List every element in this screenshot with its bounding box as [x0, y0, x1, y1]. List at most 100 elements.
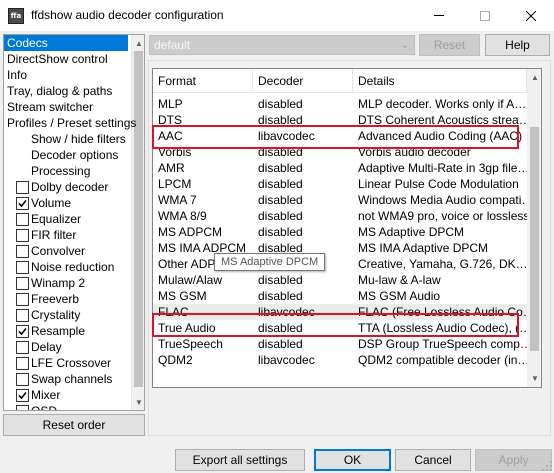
tree-item-freeverb[interactable]: Freeverb: [31, 291, 79, 307]
table-row[interactable]: FLAC libavcodec FLAC (Free Lossless Audio …: [153, 304, 527, 320]
table-row[interactable]: Vorbis disabled Vorbis audio decoder: [153, 144, 527, 160]
table-row[interactable]: MS IMA ADPCM disabled MS IMA Adaptive DPCM: [153, 240, 527, 256]
checkbox[interactable]: [16, 405, 29, 410]
table-row[interactable]: AAC libavcodec Advanced Audio Coding (AAC): [153, 128, 527, 144]
tree-item-delay[interactable]: Delay: [31, 339, 62, 355]
column-header-decoder[interactable]: Decoder: [253, 69, 353, 93]
checkbox[interactable]: [16, 325, 29, 338]
table-row[interactable]: Mulaw/Alaw disabled Mu-law & A-law: [153, 272, 527, 288]
checkbox[interactable]: [16, 213, 29, 226]
cell-format: MS ADPCM: [158, 225, 223, 239]
tree-item-label: Delay: [31, 340, 62, 354]
settings-tree-scrollbar[interactable]: ▲ ▼: [131, 35, 144, 410]
cell-format: Vorbis: [158, 145, 192, 159]
table-row[interactable]: Other ADPCMdisabledCreative, Yamaha, G.7…: [153, 256, 527, 272]
tree-item-processing[interactable]: Processing: [31, 163, 90, 179]
settings-tree[interactable]: ▲ ▼ Codecs DirectShow control Info Tray, di…: [3, 34, 145, 411]
resize-grip-icon[interactable]: [542, 461, 552, 471]
app-icon: ffa: [8, 8, 24, 24]
tree-item-info[interactable]: Info: [7, 67, 27, 83]
tree-item-winamp-2[interactable]: Winamp 2: [31, 275, 85, 291]
table-header: Format Decoder Details: [153, 69, 527, 93]
codecs-table[interactable]: Format Decoder Details MLP disabled MLP de…: [152, 68, 542, 388]
tree-item-fir-filter[interactable]: FIR filter: [31, 227, 76, 243]
table-row[interactable]: LPCM disabled Linear Pulse Code Modulation: [153, 176, 527, 192]
tree-item-label: Stream switcher: [7, 100, 94, 114]
table-row[interactable]: QDM2 libavcodec QDM2 compatible decoder (i…: [153, 352, 527, 368]
table-row[interactable]: MS ADPCM disabled MS Adaptive DPCM: [153, 224, 527, 240]
reset-order-button[interactable]: Reset order: [3, 414, 145, 436]
tree-item-lfe-crossover[interactable]: LFE Crossover: [31, 355, 111, 371]
tree-item-dolby-decoder[interactable]: Dolby decoder: [31, 179, 108, 195]
tree-item-tray-dialog-paths[interactable]: Tray, dialog & paths: [7, 83, 112, 99]
scroll-up-icon[interactable]: ▲: [132, 36, 144, 50]
tree-item-swap-channels[interactable]: Swap channels: [31, 371, 112, 387]
checkbox[interactable]: [16, 229, 29, 242]
tree-item-noise-reduction[interactable]: Noise reduction: [31, 259, 114, 275]
export-all-settings-button[interactable]: Export all settings: [175, 449, 305, 471]
checkbox[interactable]: [16, 277, 29, 290]
table-row[interactable]: MLP disabled MLP decoder. Works only if A…: [153, 96, 527, 112]
tree-item-decoder-options[interactable]: Decoder options: [31, 147, 118, 163]
tree-item-volume[interactable]: Volume: [31, 195, 71, 211]
checkbox[interactable]: [16, 389, 29, 402]
checkbox[interactable]: [16, 373, 29, 386]
preset-value: default: [154, 38, 191, 52]
tree-item-equalizer[interactable]: Equalizer: [31, 211, 81, 227]
tree-item-profiles-preset-settings[interactable]: Profiles / Preset settings: [7, 115, 136, 131]
table-row[interactable]: DTS disabled DTS Coherent Acoustics strea…: [153, 112, 527, 128]
table-row[interactable]: WMA 8/9 disabled not WMA9 pro, voice or lo…: [153, 208, 527, 224]
tree-item-directshow-control[interactable]: DirectShow control: [7, 51, 108, 67]
tree-item-convolver[interactable]: Convolver: [31, 243, 85, 259]
scroll-down-icon[interactable]: ▼: [528, 371, 541, 385]
table-row[interactable]: TrueSpeech disabled DSP Group TrueSpeech c…: [153, 336, 527, 352]
cell-details: not WMA9 pro, voice or lossless: [358, 209, 527, 223]
checkbox[interactable]: [16, 309, 29, 322]
cell-details: DSP Group TrueSpeech comp…: [358, 337, 527, 351]
tree-item-label: Dolby decoder: [31, 180, 109, 194]
column-header-details[interactable]: Details: [353, 69, 527, 93]
table-row[interactable]: True Audio disabled TTA (Lossless Audio Co…: [153, 320, 527, 336]
tree-item-resample[interactable]: Resample: [31, 323, 85, 339]
tree-item-show-hide-filters[interactable]: Show / hide filters: [31, 131, 126, 147]
codecs-table-scrollbar[interactable]: ▲ ▼: [527, 69, 541, 387]
tree-item-label: Resample: [31, 324, 86, 338]
scrollbar-thumb[interactable]: [134, 51, 143, 387]
table-row[interactable]: AMR disabled Adaptive Multi-Rate in 3gp fi…: [153, 160, 527, 176]
cell-decoder: libavcodec: [258, 129, 315, 143]
scroll-down-icon[interactable]: ▼: [132, 395, 144, 409]
ok-button[interactable]: OK: [314, 449, 391, 471]
maximize-button[interactable]: [462, 0, 508, 31]
tree-item-crystality[interactable]: Crystality: [31, 307, 80, 323]
cell-format: Mulaw/Alaw: [158, 273, 223, 287]
scrollbar-thumb[interactable]: [530, 127, 539, 351]
cancel-button[interactable]: Cancel: [395, 449, 471, 471]
tree-item-osd[interactable]: OSD: [31, 403, 57, 410]
checkbox[interactable]: [16, 181, 29, 194]
help-button[interactable]: Help: [485, 34, 550, 56]
cell-details: DTS Coherent Acoustics strea…: [358, 113, 527, 127]
reset-button: Reset: [419, 34, 480, 56]
close-button[interactable]: [508, 0, 554, 31]
checkbox[interactable]: [16, 245, 29, 258]
cell-format: AMR: [158, 161, 185, 175]
column-header-format[interactable]: Format: [153, 69, 253, 93]
tree-item-codecs[interactable]: Codecs: [4, 35, 128, 51]
checkbox[interactable]: [16, 341, 29, 354]
tree-item-stream-switcher[interactable]: Stream switcher: [7, 99, 93, 115]
cell-details: MS IMA Adaptive DPCM: [358, 241, 489, 255]
checkmark-icon: [18, 199, 27, 208]
checkbox[interactable]: [16, 293, 29, 306]
scroll-up-icon[interactable]: ▲: [528, 70, 541, 84]
table-row[interactable]: MS GSM disabled MS GSM Audio: [153, 288, 527, 304]
checkbox[interactable]: [16, 357, 29, 370]
minimize-button[interactable]: [416, 0, 462, 31]
tree-item-mixer[interactable]: Mixer: [31, 387, 60, 403]
checkmark-icon: [18, 391, 27, 400]
cell-details: MS GSM Audio: [358, 289, 441, 303]
checkbox[interactable]: [16, 197, 29, 210]
cell-details: TTA (Lossless Audio Codec), (…: [358, 321, 527, 335]
table-row[interactable]: WMA 7 disabled Windows Media Audio compati…: [153, 192, 527, 208]
checkbox[interactable]: [16, 261, 29, 274]
tree-item-label: Winamp 2: [31, 276, 86, 290]
